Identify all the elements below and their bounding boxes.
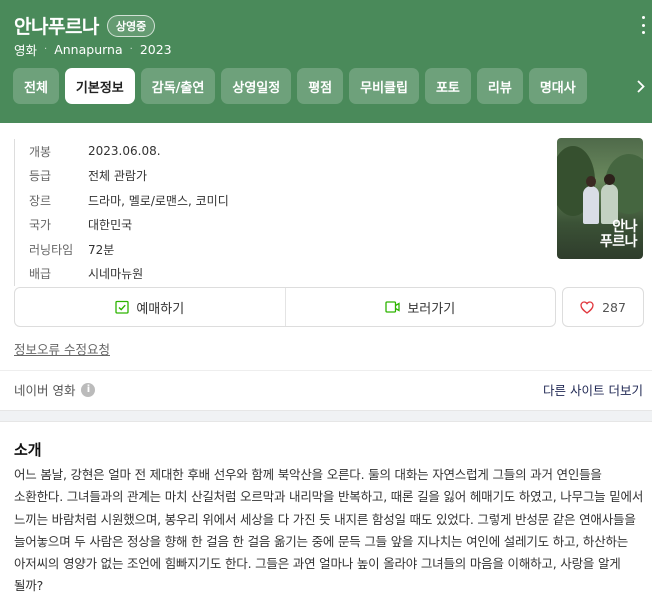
info-icon[interactable]: i bbox=[81, 382, 96, 397]
tab-reviews[interactable]: 리뷰 bbox=[476, 68, 523, 104]
info-value: 드라마, 멜로/로맨스, 코미디 bbox=[88, 193, 229, 208]
source-row: 네이버 영화 i bbox=[14, 380, 96, 399]
info-label: 개봉 bbox=[29, 144, 52, 159]
intro-title: 소개 bbox=[14, 441, 42, 459]
poster-art bbox=[604, 174, 615, 185]
heart-icon bbox=[580, 300, 594, 314]
info-value: 대한민국 bbox=[88, 218, 133, 233]
tab-bar: 전체 기본정보 감독/출연 상영일정 평점 무비클립 포토 리뷰 명대사 bbox=[13, 68, 587, 104]
info-value: 전체 관람가 bbox=[88, 169, 148, 184]
poster-art bbox=[601, 184, 618, 224]
poster-title: 안나 푸르나 bbox=[599, 219, 638, 250]
info-label: 러닝타임 bbox=[29, 242, 74, 257]
tab-movie-clips[interactable]: 무비클립 bbox=[349, 68, 419, 104]
video-play-icon bbox=[385, 300, 400, 314]
movie-header: 안나푸르나 상영중 영화 · Annapurna · 2023 전체 기본정보 … bbox=[0, 0, 652, 123]
info-row-runtime: 러닝타임 72분 bbox=[29, 237, 534, 262]
original-title: Annapurna bbox=[54, 42, 123, 57]
info-label: 장르 bbox=[29, 193, 52, 208]
category-label: 영화 bbox=[14, 43, 38, 58]
like-count: 287 bbox=[602, 299, 626, 315]
chevron-right-icon[interactable] bbox=[630, 68, 652, 104]
movie-subtitle: 영화 · Annapurna · 2023 bbox=[14, 40, 172, 59]
info-value: 시네마뉴원 bbox=[88, 267, 144, 282]
calendar-check-icon bbox=[115, 300, 129, 314]
poster-art bbox=[583, 186, 599, 224]
tab-basic-info[interactable]: 기본정보 bbox=[64, 68, 135, 104]
more-sites-link[interactable]: 다른 사이트 더보기 bbox=[543, 380, 643, 399]
divider bbox=[0, 370, 652, 371]
tab-ratings[interactable]: 평점 bbox=[297, 68, 344, 104]
watch-button[interactable]: 보러가기 bbox=[284, 288, 556, 326]
release-year: 2023 bbox=[139, 42, 172, 57]
report-error-link[interactable]: 정보오류 수정요청 bbox=[14, 339, 110, 358]
info-row-genre: 장르 드라마, 멜로/로맨스, 코미디 bbox=[29, 188, 534, 213]
section-divider bbox=[0, 410, 652, 422]
source-label: 네이버 영화 bbox=[14, 383, 76, 398]
basic-info-list: 개봉 2023.06.08. 등급 전체 관람가 장르 드라마, 멜로/로맨스,… bbox=[14, 139, 534, 286]
intro-text: 어느 봄날, 강현은 얼마 전 제대한 후배 선우와 함께 북악산을 오른다. … bbox=[14, 467, 644, 594]
info-label: 배급 bbox=[29, 267, 52, 282]
info-row-release: 개봉 2023.06.08. bbox=[29, 139, 534, 164]
tab-director-cast[interactable]: 감독/출연 bbox=[140, 68, 216, 104]
more-options-icon[interactable] bbox=[640, 16, 646, 34]
reserve-label: 예매하기 bbox=[136, 301, 185, 317]
info-value: 72분 bbox=[88, 242, 115, 257]
action-buttons: 예매하기 보러가기 bbox=[14, 287, 556, 327]
separator-dot: · bbox=[44, 44, 48, 55]
watch-label: 보러가기 bbox=[407, 301, 456, 317]
tab-quotes[interactable]: 명대사 bbox=[528, 68, 587, 104]
info-row-country: 국가 대한민국 bbox=[29, 213, 534, 238]
separator-dot: · bbox=[129, 44, 133, 55]
tab-showtimes[interactable]: 상영일정 bbox=[221, 68, 292, 104]
info-row-distributor: 배급 시네마뉴원 bbox=[29, 262, 534, 287]
tab-all[interactable]: 전체 bbox=[13, 68, 59, 104]
movie-title[interactable]: 안나푸르나 bbox=[14, 12, 99, 39]
info-value: 2023.06.08. bbox=[88, 144, 161, 159]
info-row-rating: 등급 전체 관람가 bbox=[29, 164, 534, 189]
poster-art bbox=[586, 176, 596, 187]
status-badge: 상영중 bbox=[106, 14, 156, 37]
reserve-button[interactable]: 예매하기 bbox=[15, 288, 285, 326]
info-label: 국가 bbox=[29, 218, 52, 233]
tab-photos[interactable]: 포토 bbox=[424, 68, 471, 104]
title-row: 안나푸르나 상영중 bbox=[14, 12, 156, 39]
movie-poster[interactable]: 안나 푸르나 bbox=[557, 138, 643, 259]
info-label: 등급 bbox=[29, 169, 52, 184]
like-button[interactable]: 287 bbox=[562, 287, 644, 327]
